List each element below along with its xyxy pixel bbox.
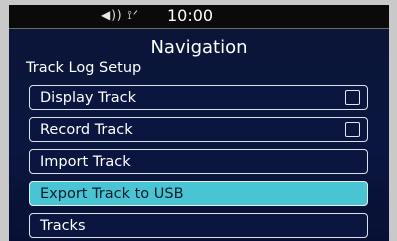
export-track-item[interactable]: Export Track to USB	[29, 181, 368, 206]
record-track-checkbox[interactable]	[345, 122, 360, 137]
display-track-item[interactable]: Display Track	[29, 85, 368, 110]
import-track-item[interactable]: Import Track	[29, 149, 368, 174]
export-track-label: Export Track to USB	[40, 186, 184, 202]
main-content: Navigation Track Log Setup Display Track…	[9, 29, 389, 241]
clock: 10:00	[167, 6, 214, 25]
import-track-label: Import Track	[40, 154, 131, 170]
page-title: Navigation	[150, 37, 248, 58]
speaker-icon: ◀)) ⟟ᐟ	[101, 8, 139, 22]
display-track-checkbox[interactable]	[345, 90, 360, 105]
record-track-item[interactable]: Record Track	[29, 117, 368, 142]
status-bar: ◀)) ⟟ᐟ 10:00	[9, 5, 389, 29]
tracks-label: Tracks	[40, 218, 86, 234]
display-track-label: Display Track	[40, 90, 136, 106]
record-track-label: Record Track	[40, 122, 133, 138]
tracks-item[interactable]: Tracks	[29, 213, 368, 238]
screen: ◀)) ⟟ᐟ 10:00 Navigation Track Log Setup …	[9, 5, 389, 241]
section-title: Track Log Setup	[26, 60, 142, 76]
